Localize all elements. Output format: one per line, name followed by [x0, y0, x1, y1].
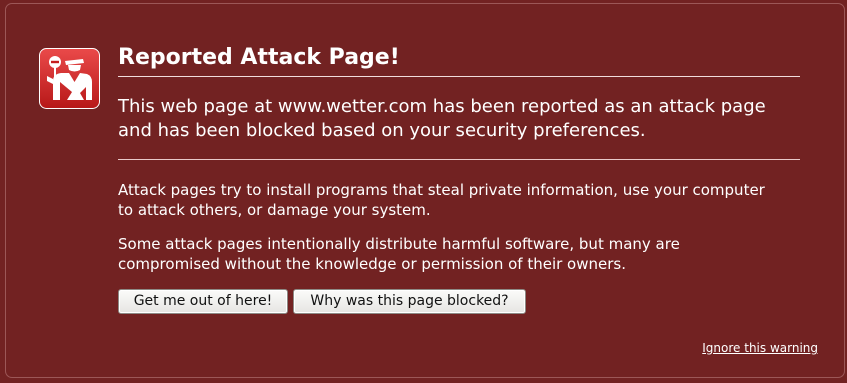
police-officer-stop-icon — [39, 48, 100, 109]
blocked-page-summary: This web page at www.wetter.com has been… — [118, 96, 766, 141]
browser-content-area: Reported Attack Page! This web page at w… — [0, 0, 847, 383]
ignore-warning-link[interactable]: Ignore this warning — [702, 340, 818, 356]
page-title: Reported Attack Page! — [118, 45, 800, 77]
get-me-out-button[interactable]: Get me out of here! — [118, 289, 288, 314]
explanation-paragraph: Attack pages try to install programs tha… — [118, 181, 765, 219]
explanation-paragraph: Some attack pages intentionally distribu… — [118, 235, 680, 273]
why-blocked-button[interactable]: Why was this page blocked? — [293, 289, 526, 314]
divider — [118, 159, 800, 160]
